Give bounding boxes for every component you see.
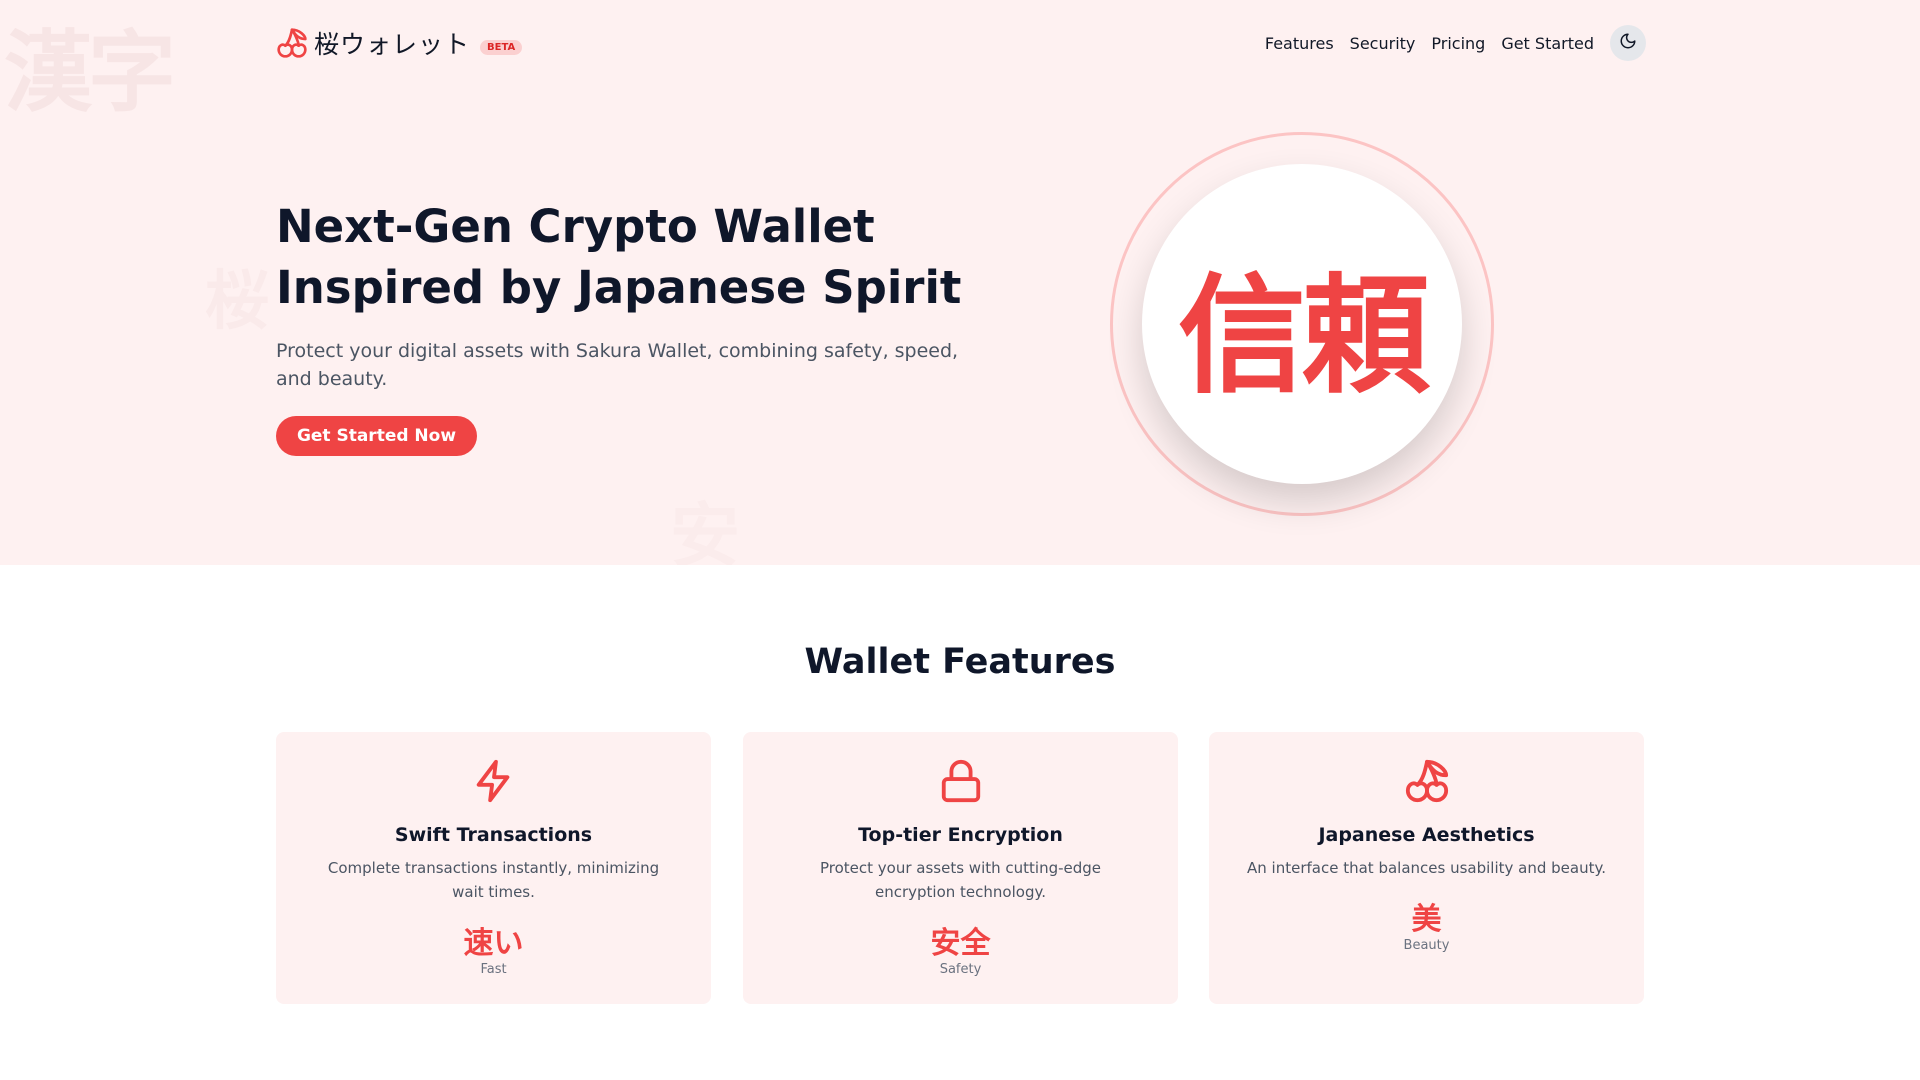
cherry-icon	[276, 27, 308, 59]
top-nav: 桜ウォレット BETA Features Security Pricing Ge…	[276, 24, 1646, 62]
hero-title-line2: Inspired by Japanese Spirit	[276, 261, 962, 314]
nav-link-get-started[interactable]: Get Started	[1501, 34, 1594, 53]
hero-kanji-circle: 信頼	[1142, 164, 1462, 484]
features-title: Wallet Features	[804, 642, 1116, 682]
lock-icon	[938, 758, 984, 804]
feature-card-kanji-label: Beauty	[1403, 938, 1450, 953]
feature-card-title: Japanese Aesthetics	[1318, 824, 1535, 846]
feature-card-title: Swift Transactions	[394, 824, 593, 846]
page: 漢字 桜 安 桜ウォレット BETA Features Security Pri…	[0, 0, 1920, 1080]
nav-links: Features Security Pricing Get Started	[1249, 25, 1646, 61]
moon-icon	[1619, 32, 1637, 54]
feature-card-kanji: 美	[1411, 902, 1442, 937]
hero-section: 漢字 桜 安 桜ウォレット BETA Features Security Pri…	[0, 0, 1920, 565]
feature-card-aesthetics: Japanese Aesthetics An interface that ba…	[1209, 732, 1644, 1004]
brand[interactable]: 桜ウォレット BETA	[276, 25, 523, 61]
hero-kanji: 信頼	[1177, 261, 1430, 411]
nav-link-security[interactable]: Security	[1350, 34, 1416, 53]
feature-card-description: Protect your assets with cutting-edge en…	[819, 859, 1102, 901]
hero-watermark: 漢字	[4, 21, 176, 124]
feature-card-kanji: 速い	[463, 926, 524, 961]
feature-card-description: Complete transactions instantly, minimiz…	[327, 859, 660, 901]
feature-card-kanji-label: Safety	[939, 962, 982, 977]
nav-link-features[interactable]: Features	[1265, 34, 1334, 53]
feature-card-swift: Swift Transactions Complete transactions…	[276, 732, 711, 1004]
nav-link-pricing[interactable]: Pricing	[1431, 34, 1485, 53]
get-started-now-button[interactable]: Get Started Now	[276, 416, 477, 456]
cherry-icon	[1404, 758, 1450, 804]
brand-name: 桜ウォレット	[314, 30, 471, 59]
lightning-bolt-icon	[471, 758, 517, 804]
beta-badge: BETA	[480, 39, 523, 55]
hero-title-line1: Next-Gen Crypto Wallet	[276, 200, 875, 253]
hero-title: Next-Gen Crypto Wallet Inspired by Japan…	[276, 196, 996, 318]
hero-subtitle: Protect your digital assets with Sakura …	[276, 340, 959, 390]
feature-card-encryption: Top-tier Encryption Protect your assets …	[743, 732, 1178, 1004]
hero-watermark: 安	[670, 495, 740, 565]
feature-card-kanji-label: Fast	[480, 962, 507, 977]
theme-toggle-button[interactable]	[1610, 25, 1646, 61]
feature-card-title: Top-tier Encryption	[858, 824, 1063, 846]
hero-watermark: 桜	[205, 265, 269, 339]
feature-card-kanji: 安全	[930, 926, 991, 961]
feature-card-description: An interface that balances usability and…	[1247, 859, 1606, 877]
